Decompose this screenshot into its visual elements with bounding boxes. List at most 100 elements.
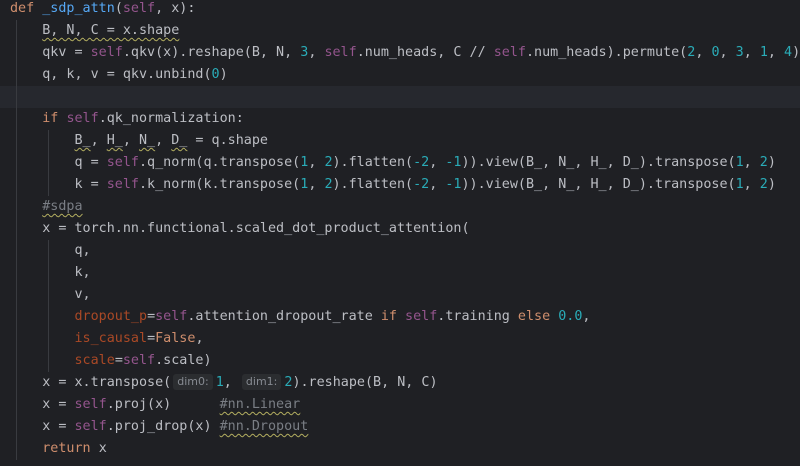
code-token: 2	[324, 155, 333, 170]
code-token: ,	[429, 177, 446, 192]
code-token: self	[405, 309, 438, 324]
code-token: k =	[10, 177, 107, 192]
code-line[interactable]: q,	[0, 240, 800, 262]
code-token: .qk_normalization:	[98, 111, 244, 126]
code-token: x = torch.nn.functional.scaled_dot_produ…	[10, 221, 470, 236]
code-token: 0	[211, 67, 220, 82]
code-token: qkv =	[10, 45, 91, 60]
code-token: x =	[10, 397, 75, 412]
code-line[interactable]: return x	[0, 438, 800, 460]
code-token: D_	[171, 133, 188, 148]
code-token: x = x.transpose(	[10, 375, 172, 390]
code-text: x = self.proj(x) #nn.Linear	[10, 394, 300, 416]
code-token: (	[114, 1, 123, 16]
code-token: .proj(x)	[106, 397, 220, 412]
code-token: ,	[308, 177, 325, 192]
code-token: dropout_p	[74, 309, 148, 324]
code-token: )	[767, 155, 776, 170]
code-line[interactable]: dropout_p=self.attention_dropout_rate if…	[0, 306, 800, 328]
code-token: .num_heads, C //	[356, 45, 494, 60]
code-token: 0	[711, 45, 720, 60]
code-line[interactable]: v,	[0, 284, 800, 306]
code-line[interactable]: if self.qk_normalization:	[0, 108, 800, 130]
code-token: B, N, C = x.shape	[42, 23, 180, 38]
code-token: q,	[10, 243, 91, 258]
code-line[interactable]: x = self.proj(x) #nn.Linear	[0, 394, 800, 416]
code-token: ).reshape(B, N, C)	[292, 375, 438, 390]
code-text: k = self.k_norm(k.transpose(1, 2).flatte…	[10, 174, 775, 196]
code-token: 1	[735, 155, 744, 170]
code-text: v,	[10, 284, 91, 306]
code-text: def _sdp_attn(self, x):	[10, 0, 195, 20]
code-line[interactable]: q = self.q_norm(q.transpose(1, 2).flatte…	[0, 152, 800, 174]
code-text: q = self.q_norm(q.transpose(1, 2).flatte…	[10, 152, 776, 174]
code-token: #nn.Linear	[219, 397, 301, 412]
code-token: self	[324, 45, 357, 60]
code-line[interactable]: x = torch.nn.functional.scaled_dot_produ…	[0, 218, 800, 240]
code-token: .scale)	[155, 353, 212, 368]
code-token: ,	[223, 375, 240, 390]
code-token: 0.0	[558, 309, 583, 324]
code-token: ,	[155, 133, 172, 148]
code-token: , x):	[155, 1, 196, 16]
code-token: ,	[719, 45, 736, 60]
code-token: 1	[215, 375, 224, 390]
code-token: )	[219, 67, 228, 82]
code-token: x	[98, 441, 107, 456]
code-line[interactable]: B, N, C = x.shape	[0, 20, 800, 42]
code-token: is_causal	[74, 331, 148, 346]
code-line[interactable]: scale=self.scale)	[0, 350, 800, 372]
code-text: x = x.transpose(dim0: 1, dim1: 2).reshape(…	[10, 372, 438, 394]
code-token: )	[792, 45, 800, 60]
code-text: is_causal=False,	[10, 328, 204, 350]
code-line[interactable]: qkv = self.qkv(x).reshape(B, N, 3, self.…	[0, 42, 800, 64]
code-text: if self.qk_normalization:	[10, 108, 244, 130]
code-token: ,	[308, 45, 325, 60]
code-token: self	[74, 419, 107, 434]
code-token: ,	[90, 133, 107, 148]
code-token: 4	[784, 45, 793, 60]
code-token: 1	[759, 45, 768, 60]
code-token: -1	[445, 155, 462, 170]
code-token: self	[122, 1, 156, 16]
code-line[interactable]: k = self.k_norm(k.transpose(1, 2).flatte…	[0, 174, 800, 196]
code-token: N_	[139, 133, 156, 148]
code-token: =	[147, 309, 156, 324]
code-token: .attention_dropout_rate	[187, 309, 381, 324]
code-text: #sdpa	[10, 196, 82, 218]
code-token: else	[517, 309, 559, 324]
code-token: self	[74, 397, 107, 412]
code-line[interactable]: is_causal=False,	[0, 328, 800, 350]
code-line[interactable]: k,	[0, 262, 800, 284]
code-line[interactable]: B_, H_, N_, D_ = q.shape	[0, 130, 800, 152]
code-line[interactable]: q, k, v = qkv.unbind(0)	[0, 64, 800, 86]
code-line[interactable]: x = x.transpose(dim0: 1, dim1: 2).reshape(…	[0, 372, 800, 394]
code-editor[interactable]: def _sdp_attn(self, x): B, N, C = x.shap…	[0, 0, 800, 466]
code-token: q, k, v = qkv.unbind(	[10, 67, 212, 82]
code-line[interactable]	[0, 86, 800, 108]
code-token: )).view(B_, N_, H_, D_).transpose(	[461, 177, 736, 192]
code-token: ,	[308, 155, 325, 170]
code-text: qkv = self.qkv(x).reshape(B, N, 3, self.…	[10, 42, 800, 64]
code-token: ).flatten(	[332, 177, 414, 192]
code-token: ,	[767, 45, 784, 60]
code-text: q,	[10, 240, 91, 262]
code-line[interactable]: #sdpa	[0, 196, 800, 218]
code-line[interactable]: x = self.proj_drop(x) #nn.Dropout	[0, 416, 800, 438]
code-token: B_	[74, 133, 91, 148]
code-token: =	[114, 353, 123, 368]
parameter-hint: dim0:	[173, 374, 213, 390]
code-text: scale=self.scale)	[10, 350, 212, 372]
code-line[interactable]: def _sdp_attn(self, x):	[0, 0, 800, 20]
code-token: .qkv(x).reshape(B, N,	[122, 45, 301, 60]
code-token: self	[66, 111, 99, 126]
code-token: ,	[122, 133, 139, 148]
code-token: v,	[10, 287, 91, 302]
code-token: ,	[743, 45, 760, 60]
code-token: return	[42, 441, 99, 456]
